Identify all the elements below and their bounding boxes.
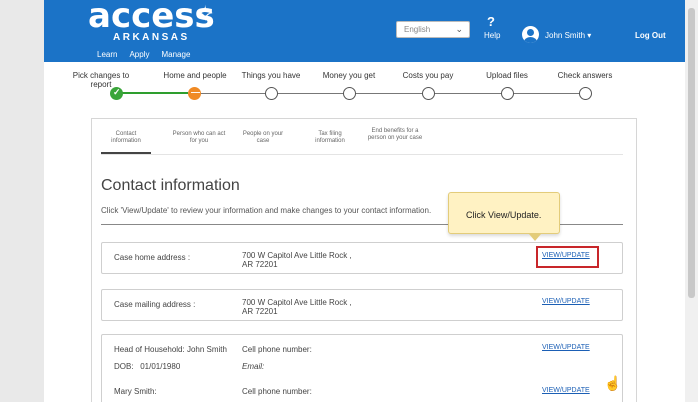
logout-link[interactable]: Log Out: [635, 31, 666, 40]
help-link[interactable]: Help: [484, 31, 500, 40]
scrollbar-thumb[interactable]: [688, 8, 695, 298]
browser-page: access ✧ ARKANSAS Learn Apply Manage Eng…: [44, 0, 685, 402]
mailing-address-label: Case mailing address :: [114, 300, 196, 309]
tooltip-pointer: [529, 234, 541, 241]
tab-contact-information[interactable]: Contact information: [101, 131, 151, 145]
logo-star-icon: ✧: [196, 1, 215, 26]
mary-view-update-link[interactable]: VIEW/UPDATE: [542, 387, 590, 394]
progress-line-complete: [122, 92, 188, 94]
site-header: access ✧ ARKANSAS Learn Apply Manage Eng…: [44, 0, 685, 62]
main-nav: Learn Apply Manage: [97, 50, 190, 59]
tab-person-act-for-you[interactable]: Person who can act for you: [172, 131, 226, 145]
home-address-label: Case home address :: [114, 253, 191, 262]
step-label-check-answers: Check answers: [557, 71, 613, 80]
tab-divider: [101, 154, 623, 155]
head-of-household-label: Head of Household: John Smith: [114, 345, 227, 354]
step-circle-costs-pay: [422, 87, 435, 100]
step-circle-check-answers: [579, 87, 592, 100]
progress-line-remaining: [200, 93, 586, 94]
step-circle-money-get: [343, 87, 356, 100]
user-menu[interactable]: John Smith ▾: [545, 31, 591, 40]
instructions-text: Click 'View/Update' to review your infor…: [101, 206, 432, 215]
step-current-icon: [188, 87, 201, 100]
household-view-update-link[interactable]: VIEW/UPDATE: [542, 344, 590, 351]
step-label-money-get: Money you get: [322, 71, 376, 80]
mary-cell-phone-label: Cell phone number:: [242, 387, 312, 396]
step-label-costs-pay: Costs you pay: [402, 71, 454, 80]
mary-smith-label: Mary Smith:: [114, 387, 157, 396]
step-label-things-have: Things you have: [241, 71, 301, 80]
mailing-address-value: 700 W Capitol Ave Little Rock , AR 72201: [242, 298, 352, 316]
help-icon[interactable]: ?: [487, 14, 495, 29]
dob-label: DOB: 01/01/1980: [114, 362, 181, 371]
tab-people-on-case[interactable]: People on your case: [238, 131, 288, 145]
page-title: Contact information: [101, 177, 240, 194]
nav-learn[interactable]: Learn: [97, 50, 117, 59]
nav-manage[interactable]: Manage: [161, 50, 190, 59]
home-address-value: 700 W Capitol Ave Little Rock , AR 72201: [242, 251, 352, 269]
step-circle-upload-files: [501, 87, 514, 100]
vertical-scrollbar[interactable]: [685, 0, 698, 402]
step-label-pick-changes: Pick changes to report: [72, 71, 130, 89]
chevron-down-icon: ⌄: [455, 24, 463, 34]
guide-tooltip: Click View/Update.: [448, 192, 560, 241]
tooltip-text: Click View/Update.: [466, 210, 542, 220]
email-label: Email:: [242, 362, 265, 371]
step-complete-icon: [110, 87, 123, 100]
nav-apply[interactable]: Apply: [129, 50, 149, 59]
user-avatar-icon[interactable]: [522, 26, 539, 43]
language-select[interactable]: English ⌄: [396, 21, 470, 38]
step-circle-things-have: [265, 87, 278, 100]
step-label-upload-files: Upload files: [486, 71, 528, 80]
cell-phone-label: Cell phone number:: [242, 345, 312, 354]
tab-tax-filing[interactable]: Tax filing information: [308, 131, 352, 145]
language-value: English: [404, 25, 431, 34]
view-update-highlight: [536, 246, 599, 268]
hand-cursor-icon: ☝: [604, 375, 622, 391]
mailing-address-view-update-link[interactable]: VIEW/UPDATE: [542, 298, 590, 305]
tab-end-benefits[interactable]: End benefits for a person on your case: [366, 128, 424, 142]
logo-subtitle: ARKANSAS: [113, 32, 190, 43]
